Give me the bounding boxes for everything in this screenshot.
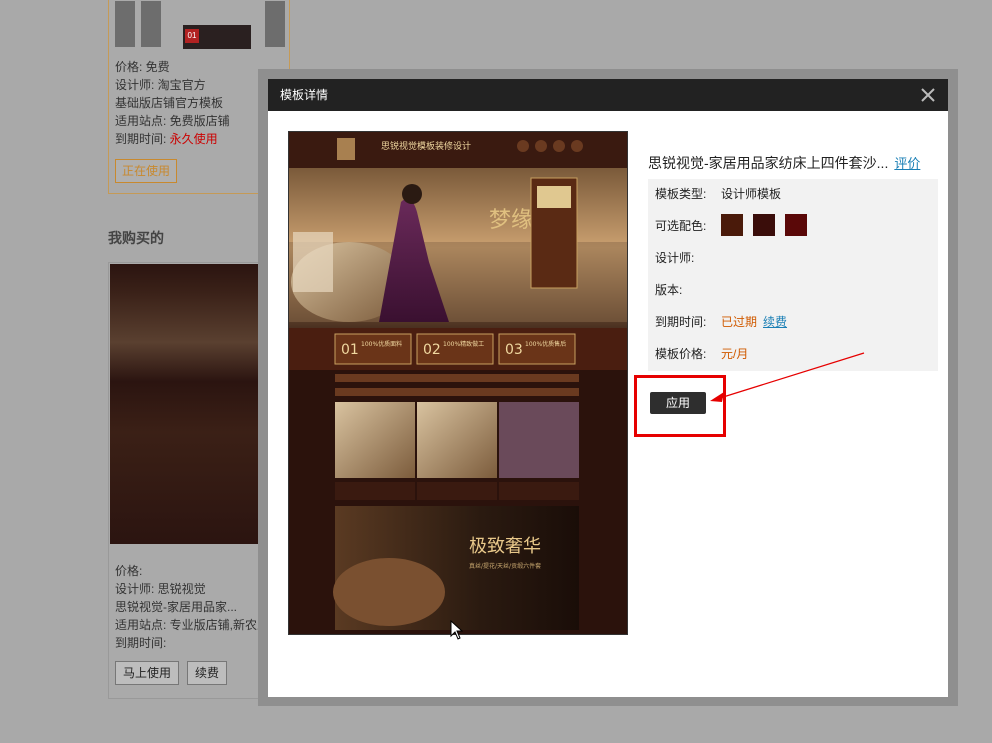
expiry-text: 到期时间: [115,636,167,650]
thumbnail [265,25,285,47]
price-text: 价格: [115,564,143,578]
designer-text: 设计师: 淘宝官方 [115,78,206,92]
template-title: 思锐视觉-家居用品家纺床上四件套沙... 评价 [648,153,920,173]
price-row: 模板价格: 元/月 [655,344,748,364]
color-options-label: 可选配色: [655,219,707,233]
expiry-label: 到期时间: [115,132,170,146]
use-now-button[interactable]: 马上使用 [115,661,180,685]
template-name: 基础版店铺官方模板 [115,96,224,110]
template-preview-image: 思锐视觉模板装修设计 梦缘 01 100%优质面料 02 100%精致做工 03… [288,131,628,635]
template-detail-modal: 模板详情 思锐视觉模板装修设计 梦缘 01 100%优质面料 02 100%精致… [268,79,948,697]
color-swatch[interactable] [721,214,743,236]
in-use-button[interactable]: 正在使用 [115,159,178,183]
template-type-label: 模板类型: [655,187,707,201]
sites-text: 适用站点: 免费版店铺 [115,114,230,128]
price-value: 元/月 [721,347,749,361]
thumbnail [115,1,135,27]
price-text: 价格: 免费 [115,60,170,74]
thumbnail [265,1,285,27]
feature-badge-text: 100%精致做工 [443,340,484,348]
color-swatch[interactable] [753,214,775,236]
thumbnail [115,25,135,47]
preview-hero-title: 梦缘 [489,208,533,233]
template-screenshot[interactable] [110,264,268,544]
expiry-value: 已过期 [721,315,758,329]
color-swatch[interactable] [785,214,807,236]
template-type-row: 模板类型: 设计师模板 [655,184,781,204]
designer-label: 设计师: [655,251,695,265]
thumbnail [141,25,161,47]
review-link[interactable]: 评价 [894,156,920,171]
thumbnail-featured: 01 [183,25,251,49]
feature-badge-num: 03 [505,342,523,358]
feature-badge-text: 100%优质售后 [525,340,566,348]
modal-header: 模板详情 [268,79,948,111]
template-thumbnails: 01 [115,1,285,49]
preview-banner-subtitle: 真丝/提花/天丝/贡缎六件套 [469,562,541,570]
expiry-value-wrapper: 已过期 续费 [721,312,787,332]
preview-banner-title: 极致奢华 [469,536,541,557]
renew-link[interactable]: 续费 [763,315,787,329]
color-options-row: 可选配色: [655,214,807,236]
feature-badge-num: 02 [423,342,441,358]
price-label: 模板价格: [655,347,707,361]
template-title-text: 思锐视觉-家居用品家纺床上四件套沙... [648,155,889,171]
expiry-value: 永久使用 [169,132,218,146]
mouse-cursor-icon [450,620,464,640]
feature-badge-text: 100%优质面料 [361,340,402,348]
designer-row: 设计师: [655,248,694,268]
expiry-label: 到期时间: [655,315,707,329]
expiry-row: 到期时间: 已过期 续费 [655,312,787,332]
expiry-text: 到期时间: 永久使用 [115,130,218,148]
renew-button[interactable]: 续费 [187,661,228,685]
close-icon[interactable] [916,83,940,107]
version-row: 版本: [655,280,682,300]
purchased-section-title: 我购买的 [108,230,164,246]
thumbnail-badge: 01 [185,29,199,43]
designer-text: 设计师: 思锐视觉 [115,582,206,596]
template-info-box: 模板类型: 设计师模板 可选配色: 设计师: 版本: 到期时间: 已过期 续费 模… [648,179,938,371]
template-card-purchased: 价格: 设计师: 思锐视觉 思锐视觉-家居用品家... 适用站点: 专业版店铺,… [108,262,280,699]
feature-badge-num: 01 [341,342,359,358]
apply-button[interactable]: 应用 [650,392,706,414]
preview-graphic: 思锐视觉模板装修设计 梦缘 01 100%优质面料 02 100%精致做工 03… [289,132,627,630]
template-name: 思锐视觉-家居用品家... [115,600,237,614]
preview-header-title: 思锐视觉模板装修设计 [381,140,471,152]
template-type-value: 设计师模板 [721,187,782,201]
version-label: 版本: [655,283,683,297]
thumbnail [141,1,161,27]
modal-title: 模板详情 [280,88,329,102]
sites-text: 适用站点: 专业版店铺,新农业 [115,618,270,632]
